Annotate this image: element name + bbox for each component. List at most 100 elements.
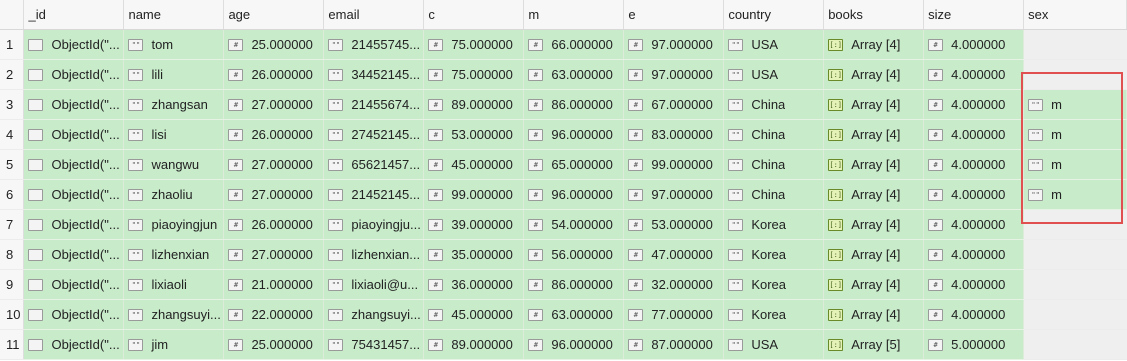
cell-e[interactable]: #67.000000 bbox=[623, 89, 725, 120]
cell-sex[interactable] bbox=[1023, 299, 1127, 330]
cell-age[interactable]: #21.000000 bbox=[223, 269, 325, 300]
row-number[interactable]: 7 bbox=[0, 209, 25, 240]
cell-country[interactable]: "" China bbox=[723, 179, 825, 210]
table-row[interactable]: 3 ObjectId("... "" zhangsan #27.000000 "" 2145… bbox=[0, 89, 1127, 120]
cell-size[interactable]: #4.000000 bbox=[923, 299, 1025, 330]
table-row[interactable]: 1 ObjectId("... "" tom #25.000000 "" 21455745.… bbox=[0, 29, 1127, 60]
cell-c[interactable]: #35.000000 bbox=[423, 239, 525, 270]
cell-e[interactable]: #97.000000 bbox=[623, 59, 725, 90]
cell-m[interactable]: #86.000000 bbox=[523, 269, 625, 300]
column-header-size[interactable]: size bbox=[923, 0, 1025, 30]
cell-age[interactable]: #22.000000 bbox=[223, 299, 325, 330]
cell-email[interactable]: "" 21455674... bbox=[323, 89, 425, 120]
cell-c[interactable]: #39.000000 bbox=[423, 209, 525, 240]
table-row[interactable]: 4 ObjectId("... "" lisi #26.000000 "" 27452145… bbox=[0, 119, 1127, 150]
cell-m[interactable]: #63.000000 bbox=[523, 59, 625, 90]
cell-name[interactable]: "" zhangsan bbox=[123, 89, 225, 120]
cell-m[interactable]: #56.000000 bbox=[523, 239, 625, 270]
table-row[interactable]: 11 ObjectId("... "" jim #25.000000 "" 75431457… bbox=[0, 329, 1127, 360]
column-header-m[interactable]: m bbox=[523, 0, 625, 30]
cell-e[interactable]: #47.000000 bbox=[623, 239, 725, 270]
cell-_id[interactable]: ObjectId("... bbox=[23, 149, 125, 180]
cell-size[interactable]: #4.000000 bbox=[923, 149, 1025, 180]
cell-m[interactable]: #96.000000 bbox=[523, 119, 625, 150]
cell-c[interactable]: #99.000000 bbox=[423, 179, 525, 210]
column-header-country[interactable]: country bbox=[723, 0, 825, 30]
row-number[interactable]: 10 bbox=[0, 299, 25, 330]
cell-country[interactable]: "" USA bbox=[723, 59, 825, 90]
row-number[interactable]: 1 bbox=[0, 29, 25, 60]
cell-name[interactable]: "" lili bbox=[123, 59, 225, 90]
cell-age[interactable]: #27.000000 bbox=[223, 149, 325, 180]
cell-country[interactable]: "" Korea bbox=[723, 239, 825, 270]
cell-_id[interactable]: ObjectId("... bbox=[23, 59, 125, 90]
cell-books[interactable]: [:] Array [4] bbox=[823, 119, 925, 150]
cell-sex[interactable]: "" m bbox=[1023, 89, 1127, 120]
column-header-books[interactable]: books bbox=[823, 0, 925, 30]
cell-size[interactable]: #4.000000 bbox=[923, 269, 1025, 300]
cell-books[interactable]: [:] Array [4] bbox=[823, 89, 925, 120]
cell-email[interactable]: "" 21455745... bbox=[323, 29, 425, 60]
cell-size[interactable]: #4.000000 bbox=[923, 29, 1025, 60]
cell-c[interactable]: #75.000000 bbox=[423, 59, 525, 90]
cell-country[interactable]: "" USA bbox=[723, 29, 825, 60]
cell-email[interactable]: "" lixiaoli@u... bbox=[323, 269, 425, 300]
table-row[interactable]: 2 ObjectId("... "" lili #26.000000 "" 34452145… bbox=[0, 59, 1127, 90]
cell-_id[interactable]: ObjectId("... bbox=[23, 329, 125, 360]
cell-country[interactable]: "" Korea bbox=[723, 209, 825, 240]
cell-m[interactable]: #54.000000 bbox=[523, 209, 625, 240]
cell-email[interactable]: "" 34452145... bbox=[323, 59, 425, 90]
cell-age[interactable]: #27.000000 bbox=[223, 179, 325, 210]
cell-c[interactable]: #36.000000 bbox=[423, 269, 525, 300]
cell-_id[interactable]: ObjectId("... bbox=[23, 29, 125, 60]
cell-_id[interactable]: ObjectId("... bbox=[23, 299, 125, 330]
column-header-name[interactable]: name bbox=[123, 0, 225, 30]
cell-sex[interactable] bbox=[1023, 239, 1127, 270]
cell-country[interactable]: "" China bbox=[723, 119, 825, 150]
cell-size[interactable]: #4.000000 bbox=[923, 119, 1025, 150]
cell-books[interactable]: [:] Array [4] bbox=[823, 179, 925, 210]
cell-size[interactable]: #4.000000 bbox=[923, 89, 1025, 120]
cell-size[interactable]: #5.000000 bbox=[923, 329, 1025, 360]
table-row[interactable]: 10 ObjectId("... "" zhangsuyi... #22.000000 "… bbox=[0, 299, 1127, 330]
cell-sex[interactable] bbox=[1023, 209, 1127, 240]
cell-sex[interactable] bbox=[1023, 269, 1127, 300]
row-number[interactable]: 3 bbox=[0, 89, 25, 120]
cell-age[interactable]: #25.000000 bbox=[223, 29, 325, 60]
cell-m[interactable]: #63.000000 bbox=[523, 299, 625, 330]
cell-size[interactable]: #4.000000 bbox=[923, 59, 1025, 90]
cell-sex[interactable]: "" m bbox=[1023, 119, 1127, 150]
column-header-_id[interactable]: _id bbox=[23, 0, 125, 30]
cell-email[interactable]: "" piaoyingju... bbox=[323, 209, 425, 240]
cell-books[interactable]: [:] Array [4] bbox=[823, 299, 925, 330]
cell-e[interactable]: #53.000000 bbox=[623, 209, 725, 240]
cell-c[interactable]: #53.000000 bbox=[423, 119, 525, 150]
cell-c[interactable]: #75.000000 bbox=[423, 29, 525, 60]
cell-email[interactable]: "" zhangsuyi... bbox=[323, 299, 425, 330]
row-number[interactable]: 11 bbox=[0, 329, 25, 360]
table-row[interactable]: 8 ObjectId("... "" lizhenxian #27.000000 "" li… bbox=[0, 239, 1127, 270]
cell-name[interactable]: "" piaoyingjun bbox=[123, 209, 225, 240]
cell-_id[interactable]: ObjectId("... bbox=[23, 209, 125, 240]
cell-_id[interactable]: ObjectId("... bbox=[23, 119, 125, 150]
cell-books[interactable]: [:] Array [4] bbox=[823, 29, 925, 60]
cell-_id[interactable]: ObjectId("... bbox=[23, 269, 125, 300]
cell-sex[interactable]: "" m bbox=[1023, 149, 1127, 180]
cell-email[interactable]: "" 75431457... bbox=[323, 329, 425, 360]
row-number[interactable]: 9 bbox=[0, 269, 25, 300]
cell-country[interactable]: "" Korea bbox=[723, 299, 825, 330]
cell-email[interactable]: "" 21452145... bbox=[323, 179, 425, 210]
cell-email[interactable]: "" 27452145... bbox=[323, 119, 425, 150]
cell-e[interactable]: #83.000000 bbox=[623, 119, 725, 150]
column-header-c[interactable]: c bbox=[423, 0, 525, 30]
table-row[interactable]: 7 ObjectId("... "" piaoyingjun #26.000000 "" p… bbox=[0, 209, 1127, 240]
cell-books[interactable]: [:] Array [4] bbox=[823, 149, 925, 180]
cell-name[interactable]: "" wangwu bbox=[123, 149, 225, 180]
row-number-header[interactable] bbox=[0, 0, 25, 30]
cell-books[interactable]: [:] Array [4] bbox=[823, 59, 925, 90]
cell-country[interactable]: "" USA bbox=[723, 329, 825, 360]
cell-m[interactable]: #65.000000 bbox=[523, 149, 625, 180]
cell-name[interactable]: "" jim bbox=[123, 329, 225, 360]
cell-e[interactable]: #32.000000 bbox=[623, 269, 725, 300]
cell-c[interactable]: #45.000000 bbox=[423, 299, 525, 330]
